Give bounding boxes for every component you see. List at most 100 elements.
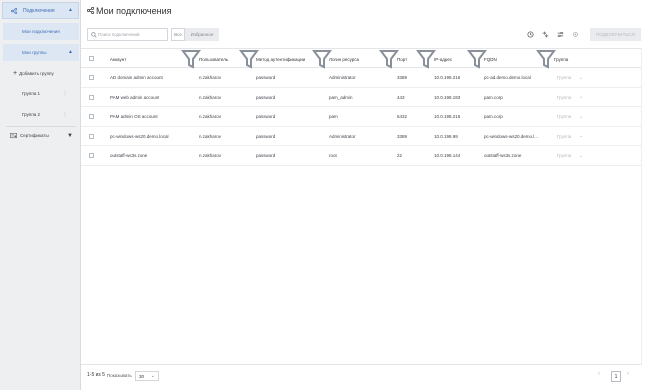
cell-fqdn: pam.corp (484, 114, 503, 119)
more-icon[interactable]: ⋮ (62, 111, 68, 118)
row-checkbox[interactable] (89, 153, 94, 158)
connections-icon (87, 7, 94, 14)
page-size-select[interactable]: 30 ⌄ (135, 371, 159, 381)
row-checkbox[interactable] (89, 114, 94, 119)
transfer-icon[interactable] (542, 31, 549, 38)
column-header-account[interactable]: Аккаунт (110, 49, 126, 69)
select-all-checkbox[interactable] (89, 56, 94, 61)
column-header-port[interactable]: Порт (397, 49, 407, 69)
filter-icon[interactable] (536, 49, 556, 69)
column-label: IP-адрес (434, 56, 453, 62)
cell-port: 3389 (397, 133, 408, 139)
filter-icon[interactable] (181, 49, 201, 69)
table-row[interactable]: pc-windows-ws20.demo.local n.zakharov pa… (81, 127, 641, 146)
filter-all-button[interactable]: Все (171, 28, 185, 41)
column-label: Логин ресурса (329, 56, 360, 62)
column-label: Пользователь (199, 56, 229, 62)
cell-fqdn: pc-ad.demo.demo.local (484, 75, 531, 80)
table-row[interactable]: PAM web admin account n.zakharov passwor… (81, 88, 641, 107)
pagination-range: 1-5 из 5 (87, 372, 105, 378)
sidebar-item-label: Мои подключения (22, 29, 60, 34)
cell-login: pam_admin (329, 94, 353, 100)
cell-fqdn: outstaff-ws3s.zone (484, 153, 522, 158)
search-box[interactable] (87, 28, 168, 41)
nav-certificates[interactable]: Сертификаты ▼ (3, 127, 79, 144)
row-checkbox[interactable] (89, 133, 94, 139)
row-checkbox[interactable] (89, 94, 94, 100)
column-header-group[interactable]: Группа (554, 49, 568, 69)
page-number-button[interactable]: 1 (611, 371, 621, 382)
filter-icon[interactable] (416, 49, 436, 69)
connect-button[interactable]: ПОДКЛЮЧИТЬСЯ (590, 28, 641, 41)
page-title: Мои подключения (96, 6, 172, 16)
cell-ip: 10.0.198.216 (434, 75, 461, 80)
chevron-down-icon: ⌄ (579, 113, 584, 120)
cell-user: n.zakharov (199, 133, 222, 139)
cell-account: pc-windows-ws20.demo.local (110, 133, 169, 139)
filter-favorites-button[interactable]: Избранное (185, 28, 219, 41)
column-header-ip[interactable]: IP-адрес (434, 49, 452, 69)
sidebar: Подключения ▲ Мои подключения Мои группы… (0, 0, 81, 390)
row-checkbox[interactable] (89, 75, 94, 80)
chevron-down-icon: ⌄ (579, 133, 584, 139)
cell-auth: password (256, 153, 276, 158)
nav-connections-label: Подключения (23, 7, 55, 14)
cell-port: 3389 (397, 75, 408, 80)
column-label: Аккаунт (110, 56, 127, 62)
cell-account: outstaff-ws3s.zone (110, 153, 148, 158)
history-icon[interactable] (527, 31, 534, 38)
cell-auth: password (256, 133, 276, 139)
prev-page-button[interactable]: ‹ (598, 371, 600, 377)
cell-auth: password (256, 94, 276, 100)
group-select[interactable]: Группа (557, 127, 571, 146)
cell-account: PAM admin OS account (110, 114, 158, 119)
column-header-fqdn[interactable]: FQDN (484, 49, 497, 69)
table-row[interactable]: PAM admin OS account n.zakharov password… (81, 107, 641, 127)
table-header: Аккаунт Пользователь Метод аутентификаци… (81, 48, 641, 69)
gear-icon[interactable] (572, 31, 579, 38)
page-size-value: 30 (139, 373, 145, 379)
group-select[interactable]: Группа (557, 107, 571, 126)
column-header-user[interactable]: Пользователь (199, 49, 228, 69)
cell-user: n.zakharov (199, 94, 222, 100)
sidebar-item-group-2[interactable]: Группа 2 ⋮ (3, 106, 79, 123)
column-label: FQDN (484, 56, 497, 62)
nav-connections[interactable]: Подключения ▲ (2, 2, 79, 19)
cell-account: AD domain admin account (110, 75, 163, 80)
group-select[interactable]: Группа (557, 88, 571, 107)
column-label: Порт (397, 56, 408, 62)
chevron-down-icon: ⌄ (150, 373, 155, 379)
cell-port: 443 (397, 94, 405, 100)
page-size-label: Показывать (107, 373, 132, 378)
cell-port: 22 (397, 153, 403, 158)
more-icon[interactable]: ⋮ (62, 90, 68, 97)
sidebar-item-my-groups[interactable]: Мои группы ▲ (3, 44, 79, 61)
group-select[interactable]: Группа (557, 146, 571, 165)
chevron-up-icon: ▲ (68, 49, 73, 55)
search-input[interactable] (98, 32, 162, 37)
cell-user: n.zakharov (199, 75, 222, 80)
cell-login: Administrator (329, 133, 356, 139)
column-header-auth-method[interactable]: Метод аутентификации (256, 49, 305, 69)
table-row[interactable]: outstaff-ws3s.zone n.zakharov password r… (81, 146, 641, 166)
filter-icon[interactable] (379, 49, 399, 69)
chevron-down-icon: ⌄ (579, 74, 584, 81)
column-header-resource-login[interactable]: Логин ресурса (329, 49, 359, 69)
cell-fqdn: pc-windows-ws20.demo.l... (484, 133, 539, 139)
next-page-button[interactable]: › (627, 371, 629, 377)
add-group-button[interactable]: + Добавить группу (3, 65, 79, 82)
sidebar-item-group-1[interactable]: Группа 1 ⋮ (3, 85, 79, 102)
column-label: Группа (554, 56, 569, 62)
nav-certificates-label: Сертификаты (20, 133, 49, 138)
group-select[interactable]: Группа (557, 68, 571, 87)
sidebar-item-my-connections[interactable]: Мои подключения (3, 23, 79, 40)
cell-auth: password (256, 114, 276, 119)
table-row[interactable]: AD domain admin account n.zakharov passw… (81, 68, 641, 88)
cell-user: n.zakharov (199, 153, 222, 158)
table-border (641, 48, 642, 365)
sliders-icon[interactable] (557, 31, 564, 38)
footer-divider (81, 364, 641, 365)
cell-account: PAM web admin account (110, 94, 160, 100)
cell-user: n.zakharov (199, 114, 222, 119)
chevron-down-icon: ⌄ (579, 94, 584, 100)
